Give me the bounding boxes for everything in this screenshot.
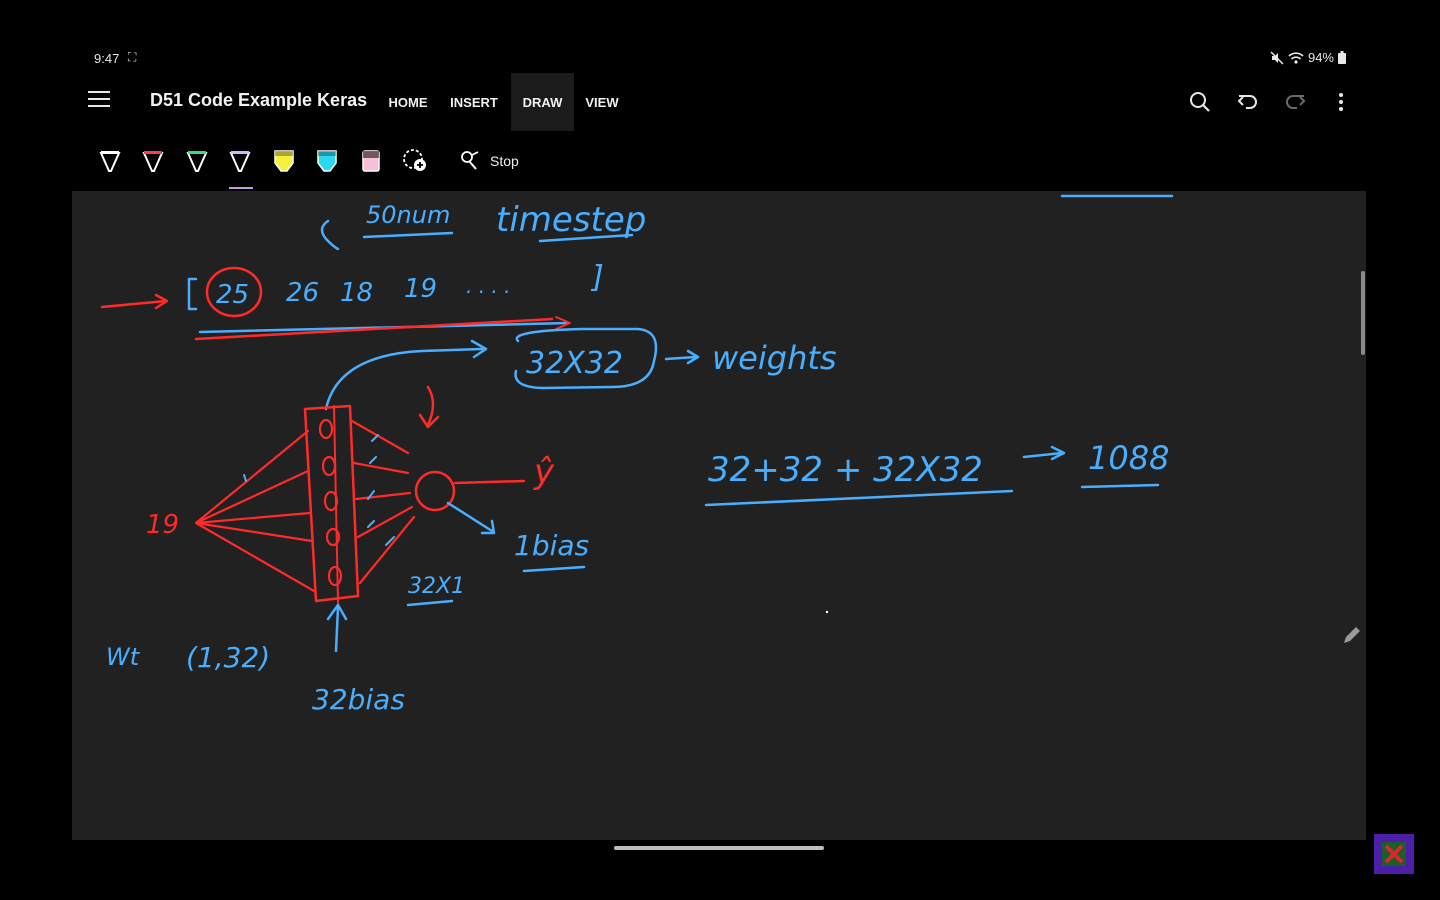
ink-arrow-weights: [664, 355, 698, 361]
ink-underline-equation: [704, 489, 1014, 507]
ink-text-total: 1088: [1088, 439, 1169, 477]
tab-home[interactable]: HOME: [378, 73, 438, 131]
ink-up-arrow: [334, 605, 340, 653]
notebook-title: D51 Code Example Keras: [150, 90, 368, 110]
tab-home-label: HOME: [388, 94, 428, 110]
tab-view[interactable]: VIEW: [578, 73, 626, 131]
menu-icon[interactable]: [88, 91, 110, 111]
ink-input-connections: [194, 429, 316, 593]
status-icons: 94%: [1270, 50, 1346, 65]
ink-red-down-arrow: [426, 385, 435, 427]
ink-text-input-count: 19: [146, 510, 179, 540]
ink-text-seq-19: 19: [404, 274, 437, 304]
undo-icon[interactable]: [1234, 88, 1262, 116]
redo-icon[interactable]: [1281, 88, 1309, 116]
tab-view-label: VIEW: [585, 94, 619, 110]
ink-text-seq-18: 18: [340, 278, 373, 308]
yellow-highlighter-icon[interactable]: [269, 145, 299, 177]
ink-dot: [825, 610, 829, 614]
pink-highlighter-icon[interactable]: [356, 145, 386, 177]
device-screen: 9:47 ⛶ 94% D51 Code Example Keras HOME I…: [72, 45, 1366, 840]
ink-text-num: 50num: [366, 201, 450, 229]
ink-arrow-to-bias: [446, 501, 494, 533]
lavender-pen-icon[interactable]: [225, 145, 255, 189]
note-canvas[interactable]: 50num timestep 25 26 18 19 . . . . ] 32X…: [72, 191, 1366, 840]
red-pen-icon[interactable]: [138, 145, 168, 177]
ink-layer: 50num timestep 25 26 18 19 . . . . ] 32X…: [100, 194, 1174, 716]
stop-button[interactable]: Stop: [458, 145, 519, 177]
add-pen-icon[interactable]: [400, 145, 430, 177]
ink-node-1: [318, 418, 334, 440]
app-bar: D51 Code Example Keras HOME INSERT DRAW …: [72, 73, 1366, 131]
status-bar: 9:47 ⛶ 94%: [72, 45, 1366, 73]
ink-brace: [320, 219, 340, 251]
ink-text-yhat: ŷ: [533, 452, 555, 492]
status-time: 9:47: [94, 51, 120, 66]
recorder-logo-icon: [1374, 834, 1414, 874]
ink-red-arrow: [100, 299, 168, 309]
tab-insert[interactable]: INSERT: [444, 73, 504, 131]
canvas-scrollbar[interactable]: [1361, 271, 1365, 355]
ink-blue-tick: [243, 474, 247, 482]
ink-open-bracket: [187, 277, 198, 311]
ink-text-matrix: 32X32: [526, 346, 623, 381]
battery-icon: [1338, 51, 1346, 64]
ink-text-bias-32: 32bias: [312, 683, 405, 716]
ink-curve-to-matrix: [324, 347, 484, 411]
ink-text-wt-shape: (1,32): [186, 641, 270, 674]
ink-text-weights: weights: [712, 339, 837, 377]
ink-text-seq-25: 25: [216, 280, 249, 310]
ink-output-connections: [350, 419, 416, 585]
ink-underline-bias: [522, 565, 586, 573]
ink-text-bias-one: 1bias: [514, 529, 589, 562]
ink-node-5: [327, 565, 343, 587]
green-pen-icon[interactable]: [182, 145, 212, 177]
pencil-icon[interactable]: [1340, 623, 1364, 647]
cyan-highlighter-icon[interactable]: [312, 145, 342, 177]
screenshot-icon: ⛶: [128, 50, 137, 64]
tab-insert-label: INSERT: [450, 94, 498, 110]
stop-label: Stop: [490, 153, 519, 169]
tab-draw[interactable]: DRAW: [511, 73, 574, 131]
ink-node-2: [321, 455, 337, 477]
ink-text-equation: 32+32 + 32X32: [708, 450, 983, 490]
lasso-icon: [461, 151, 479, 170]
ink-underline-num: [362, 231, 454, 239]
battery-percent: 94%: [1307, 50, 1334, 65]
tab-draw-label: DRAW: [522, 94, 563, 110]
ink-underline-32x1: [406, 599, 454, 607]
draw-toolbar: Stop: [72, 131, 1366, 191]
wifi-icon: [1288, 51, 1304, 64]
ink-text-close-bracket: ]: [590, 260, 604, 295]
ink-text-seq-dots: . . . .: [466, 274, 511, 298]
mute-icon: [1270, 50, 1284, 65]
ink-text-w-out: 32X1: [408, 574, 465, 599]
search-icon[interactable]: [1186, 88, 1214, 116]
white-pen-icon[interactable]: [95, 145, 125, 177]
ink-red-underline-seq: [194, 317, 554, 341]
ink-underline-total: [1080, 483, 1160, 489]
ink-output-line: [453, 479, 526, 485]
ink-text-timestep: timestep: [496, 200, 646, 240]
ink-text-seq-26: 26: [286, 278, 319, 308]
home-indicator[interactable]: [614, 846, 824, 850]
more-options-icon[interactable]: [1327, 88, 1355, 116]
selected-tool-indicator: [229, 187, 253, 189]
ink-text-wt: Wt: [106, 643, 141, 671]
